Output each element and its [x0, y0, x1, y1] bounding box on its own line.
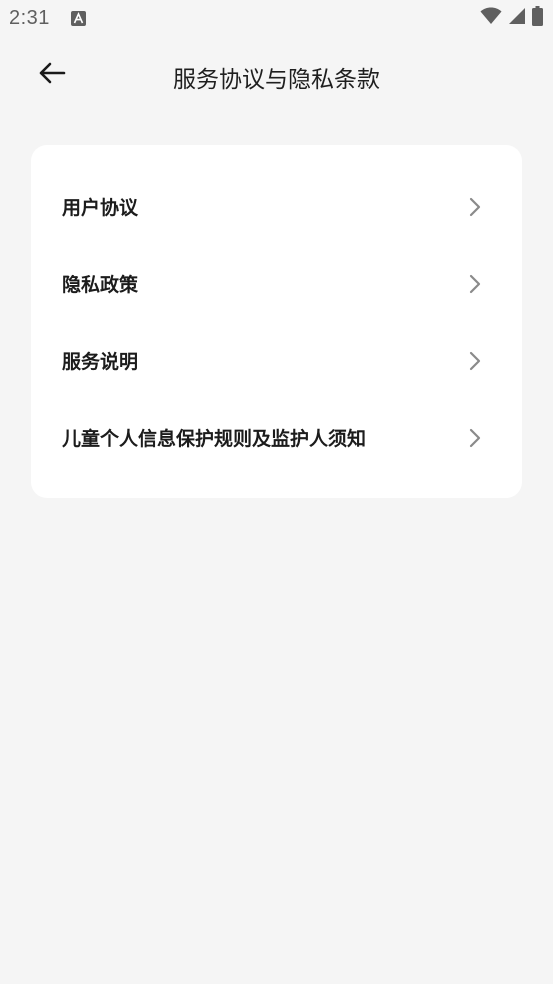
- chevron-right-icon: [468, 196, 482, 218]
- menu-item-label: 儿童个人信息保护规则及监护人须知: [62, 428, 367, 450]
- menu-item-label: 隐私政策: [62, 274, 139, 296]
- app-bar: 服务协议与隐私条款: [0, 38, 553, 114]
- menu-item-privacy-policy[interactable]: 隐私政策: [31, 245, 522, 322]
- font-a-icon: [71, 11, 86, 26]
- status-icons: [480, 6, 543, 30]
- menu-item-user-agreement[interactable]: 用户协议: [31, 168, 522, 245]
- menu-item-children-privacy[interactable]: 儿童个人信息保护规则及监护人须知: [31, 399, 522, 476]
- signal-icon: [508, 7, 526, 29]
- status-bar: 2:31: [0, 0, 553, 38]
- chevron-right-icon: [468, 427, 482, 449]
- menu-item-service-description[interactable]: 服务说明: [31, 322, 522, 399]
- settings-card: 用户协议 隐私政策 服务说明 儿童个人信息保护规则及监护人须知: [31, 145, 522, 498]
- menu-item-label: 服务说明: [62, 351, 139, 373]
- page-title: 服务协议与隐私条款: [173, 67, 380, 93]
- chevron-right-icon: [468, 273, 482, 295]
- chevron-right-icon: [468, 350, 482, 372]
- menu-item-label: 用户协议: [62, 197, 139, 219]
- status-time: 2:31: [9, 7, 50, 29]
- wifi-icon: [480, 7, 502, 29]
- battery-icon: [532, 6, 543, 30]
